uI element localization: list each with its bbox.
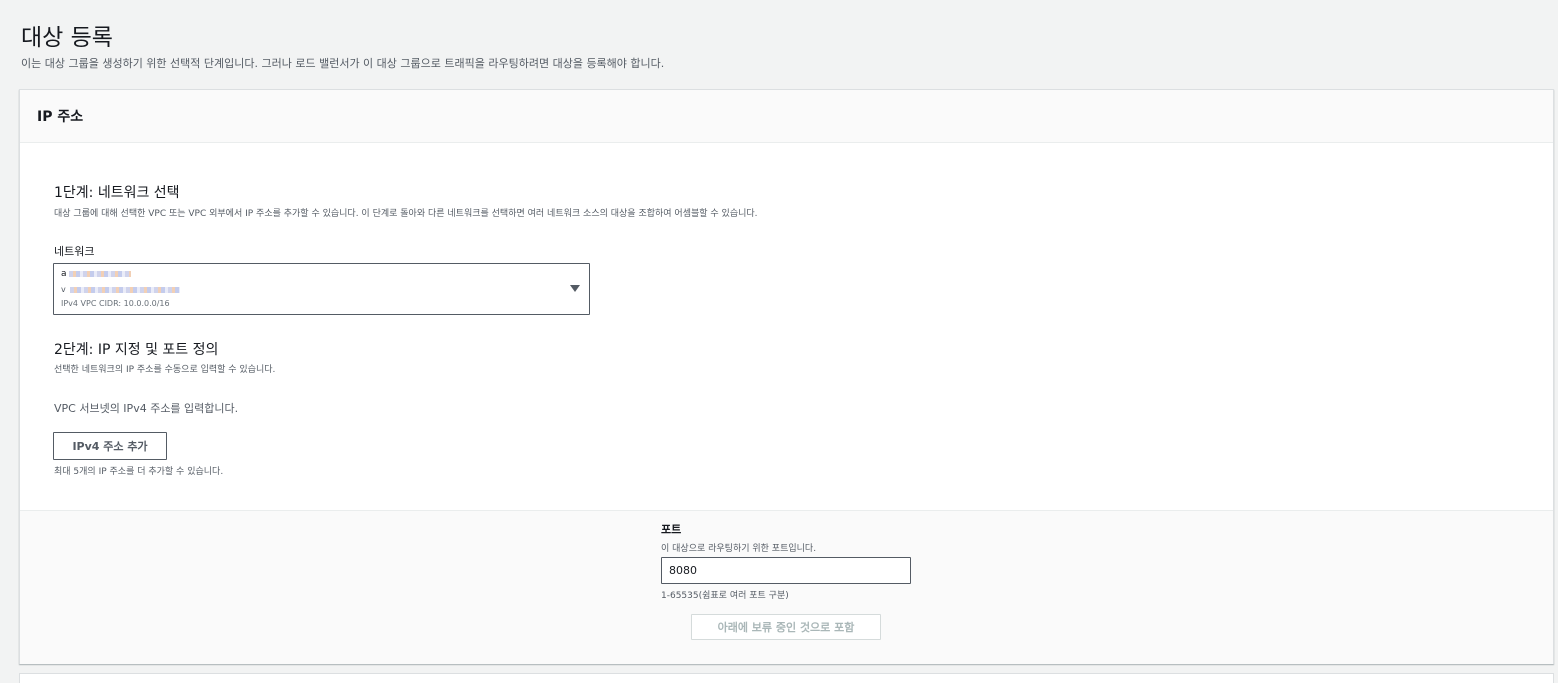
step1-description: 대상 그룹에 대해 선택한 VPC 또는 VPC 외부에서 IP 주소를 추가할… (54, 209, 758, 219)
panel-title: IP 주소 (37, 109, 84, 125)
network-select[interactable]: a v IPv4 VPC CIDR: 10.0.0.0/16 (53, 263, 590, 315)
add-ipv4-hint: 최대 5개의 IP 주소를 더 추가할 수 있습니다. (54, 467, 224, 477)
network-label: 네트워크 (54, 245, 95, 258)
panel-header: IP 주소 (20, 90, 1553, 143)
port-description: 이 대상으로 라우팅하기 위한 포트입니다. (661, 544, 817, 554)
ipv4-instruction: VPC 서브넷의 IPv4 주소를 입력합니다. (54, 402, 239, 415)
ip-address-panel: IP 주소 1단계: 네트워크 선택 대상 그룹에 대해 선택한 VPC 또는 … (19, 89, 1554, 664)
network-select-name: a (61, 269, 131, 279)
page-title: 대상 등록 (21, 25, 113, 51)
network-select-vpc-id: v (61, 285, 180, 294)
step2-description: 선택한 네트워크의 IP 주소를 수동으로 입력할 수 있습니다. (54, 365, 276, 375)
port-label: 포트 (661, 523, 682, 536)
page-description: 이는 대상 그룹을 생성하기 위한 선택적 단계입니다. 그러나 로드 밸런서가… (21, 57, 665, 70)
step2-title: 2단계: IP 지정 및 포트 정의 (54, 342, 219, 358)
add-ipv4-button[interactable]: IPv4 주소 추가 (53, 432, 167, 460)
include-as-pending-button[interactable]: 아래에 보류 중인 것으로 포함 (691, 614, 881, 640)
register-targets-page: 대상 등록 이는 대상 그룹을 생성하기 위한 선택적 단계입니다. 그러나 로… (0, 0, 1558, 683)
port-hint: 1-65535(쉼표로 여러 포트 구분) (661, 591, 789, 601)
next-panel (19, 673, 1554, 683)
port-input[interactable] (661, 557, 911, 584)
step1-title: 1단계: 네트워크 선택 (54, 185, 180, 201)
caret-down-icon (570, 285, 580, 292)
network-select-cidr: IPv4 VPC CIDR: 10.0.0.0/16 (61, 299, 170, 308)
port-footer: 포트 이 대상으로 라우팅하기 위한 포트입니다. 1-65535(쉼표로 여러… (20, 510, 1553, 664)
